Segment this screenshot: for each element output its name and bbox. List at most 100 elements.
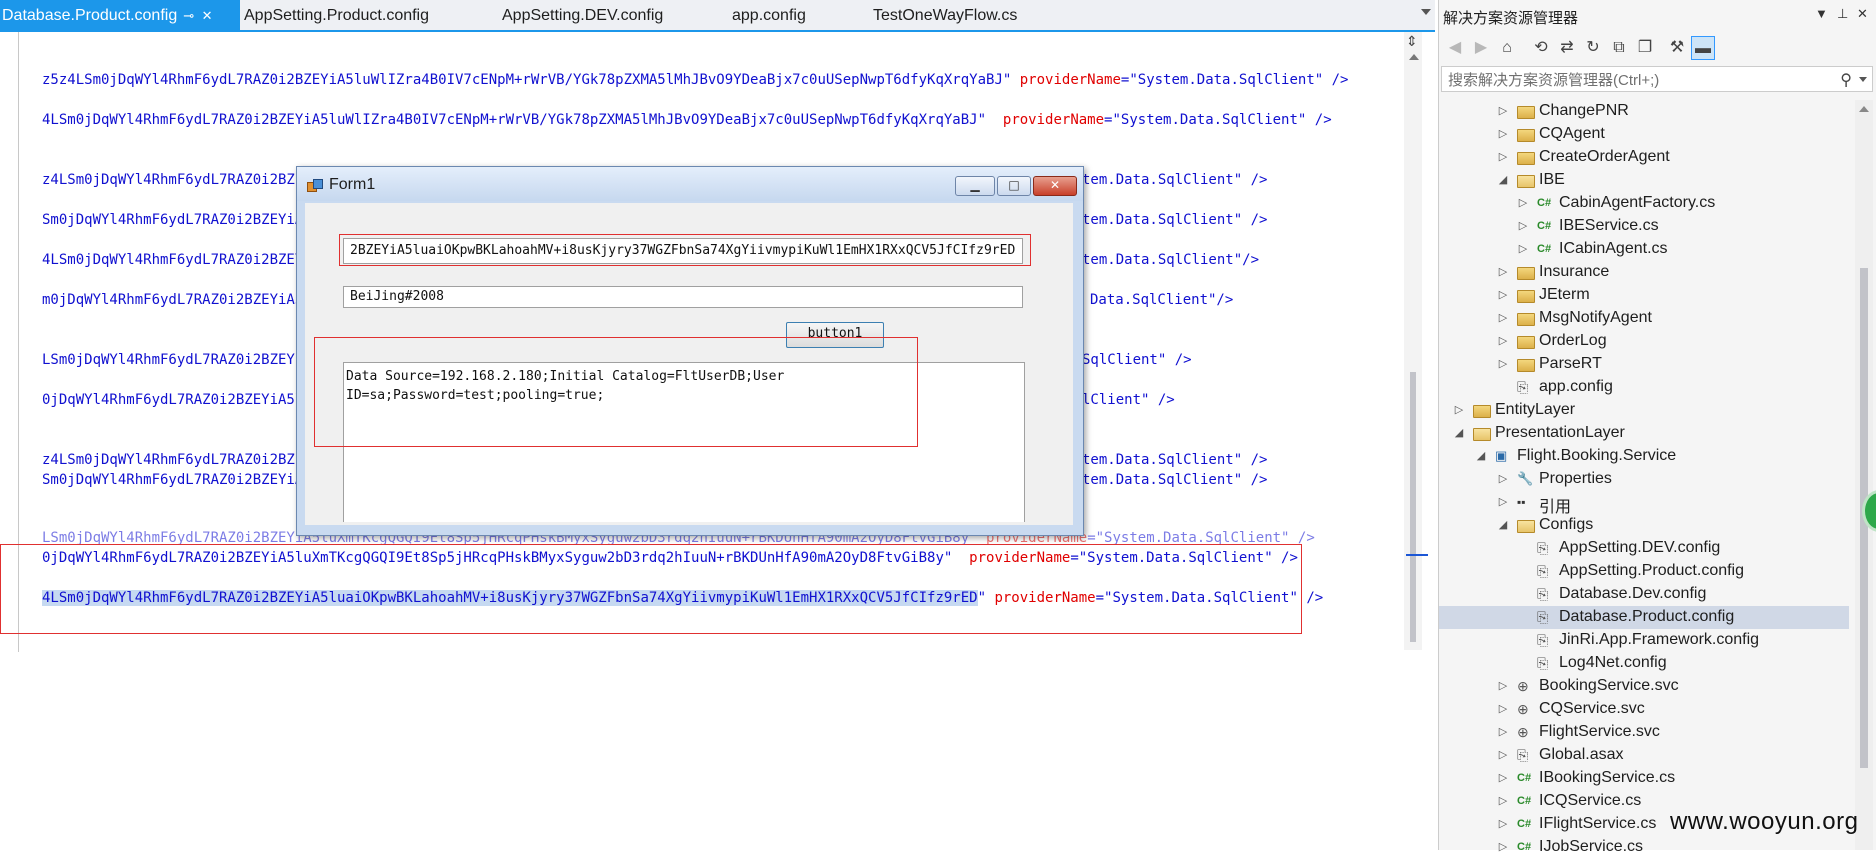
tree-item[interactable]: ▷ C# IBookingService.cs bbox=[1439, 767, 1849, 790]
decrypt-button[interactable]: button1 bbox=[786, 322, 884, 348]
expand-arrow-icon[interactable]: ▷ bbox=[1497, 771, 1509, 785]
tree-item[interactable]: ◢ PresentationLayer bbox=[1439, 422, 1849, 445]
code-line-tail[interactable]: tem.Data.SqlClient" /> bbox=[1082, 212, 1267, 228]
expand-arrow-icon[interactable]: ▷ bbox=[1497, 288, 1509, 302]
expand-arrow-icon[interactable]: ▷ bbox=[1497, 817, 1509, 831]
expand-arrow-icon[interactable]: ▷ bbox=[1497, 357, 1509, 371]
search-icon[interactable]: ⚲ bbox=[1840, 70, 1852, 90]
code-line[interactable]: z4LSm0jDqWYl4RhmF6ydL7RAZ0i2BZEY bbox=[42, 172, 312, 188]
tree-item[interactable]: ⎘ JinRi.App.Framework.config bbox=[1439, 629, 1849, 652]
tree-item[interactable]: ▷ C# CabinAgentFactory.cs bbox=[1439, 192, 1849, 215]
tree-item[interactable]: ◢ IBE bbox=[1439, 169, 1849, 192]
collapse-arrow-icon[interactable]: ◢ bbox=[1475, 449, 1487, 463]
tree-item[interactable]: ▷ C# IBEService.cs bbox=[1439, 215, 1849, 238]
form1-titlebar[interactable]: Form1 ▁ □ ✕ bbox=[297, 167, 1083, 201]
tree-item[interactable]: ⎘ AppSetting.DEV.config bbox=[1439, 537, 1849, 560]
expand-arrow-icon[interactable]: ▷ bbox=[1497, 679, 1509, 693]
code-line-selected[interactable]: 4LSm0jDqWYl4RhmF6ydL7RAZ0i2BZEYiA5luaiOK… bbox=[42, 590, 1323, 606]
tree-item[interactable]: ⎘ AppSetting.Product.config bbox=[1439, 560, 1849, 583]
tab-testonewayflow-cs[interactable]: TestOneWayFlow.cs bbox=[873, 0, 1017, 30]
collapse-arrow-icon[interactable]: ◢ bbox=[1497, 173, 1509, 187]
expand-arrow-icon[interactable]: ▷ bbox=[1517, 242, 1529, 256]
tab-appsetting-dev-config[interactable]: AppSetting.DEV.config bbox=[502, 0, 663, 30]
expand-arrow-icon[interactable]: ▷ bbox=[1517, 219, 1529, 233]
tree-item[interactable]: ▷ MsgNotifyAgent bbox=[1439, 307, 1849, 330]
maximize-button[interactable]: □ bbox=[997, 176, 1031, 196]
tree-item[interactable]: ▷ ⊕ BookingService.svc bbox=[1439, 675, 1849, 698]
expand-arrow-icon[interactable]: ▷ bbox=[1453, 403, 1465, 417]
splitter-icon[interactable]: ⇕ bbox=[1406, 34, 1418, 50]
editor-scroll-thumb[interactable] bbox=[1410, 372, 1416, 642]
scroll-up-arrow-icon[interactable] bbox=[1859, 106, 1869, 112]
collapse-arrow-icon[interactable]: ◢ bbox=[1453, 426, 1465, 440]
expand-arrow-icon[interactable]: ▷ bbox=[1497, 311, 1509, 325]
key-input[interactable]: BeiJing#2008 bbox=[343, 286, 1023, 308]
scroll-up-arrow-icon[interactable] bbox=[1409, 54, 1419, 60]
code-line[interactable]: z4LSm0jDqWYl4RhmF6ydL7RAZ0i2BZEY bbox=[42, 452, 312, 468]
tree-item[interactable]: ▷ CQAgent bbox=[1439, 123, 1849, 146]
expand-arrow-icon[interactable]: ▷ bbox=[1497, 150, 1509, 164]
expand-arrow-icon[interactable]: ▷ bbox=[1497, 748, 1509, 762]
tree-item[interactable]: ▷ ParseRT bbox=[1439, 353, 1849, 376]
expand-arrow-icon[interactable]: ▷ bbox=[1517, 196, 1529, 210]
expand-arrow-icon[interactable]: ▷ bbox=[1497, 472, 1509, 486]
tree-item[interactable]: ▷ ▪▪ 引用 bbox=[1439, 491, 1849, 516]
code-line[interactable]: m0jDqWYl4RhmF6ydL7RAZ0i2BZEYiA5l bbox=[42, 292, 312, 308]
code-line[interactable]: Sm0jDqWYl4RhmF6ydL7RAZ0i2BZEYiA5 bbox=[42, 472, 312, 488]
sync-icon[interactable]: ⇄ bbox=[1555, 36, 1579, 60]
home-icon[interactable]: ⌂ bbox=[1495, 36, 1519, 60]
code-line[interactable]: z5z4LSm0jDqWYl4RhmF6ydL7RAZ0i2BZEYiA5luW… bbox=[42, 72, 1348, 88]
tree-item[interactable]: ▷ CreateOrderAgent bbox=[1439, 146, 1849, 169]
tree-item[interactable]: ▷ C# ICabinAgent.cs bbox=[1439, 238, 1849, 261]
code-line[interactable]: Sm0jDqWYl4RhmF6ydL7RAZ0i2BZEYiA5 bbox=[42, 212, 312, 228]
expand-arrow-icon[interactable]: ▷ bbox=[1497, 840, 1509, 854]
result-textarea[interactable]: Data Source=192.168.2.180;Initial Catalo… bbox=[343, 362, 1025, 522]
tree-item[interactable]: ◢ Configs bbox=[1439, 514, 1849, 537]
expand-arrow-icon[interactable]: ▷ bbox=[1497, 127, 1509, 141]
show-all-files-icon[interactable]: ❐ bbox=[1633, 36, 1657, 60]
tree-item[interactable]: ◢ ▣ Flight.Booking.Service bbox=[1439, 445, 1849, 468]
back-icon[interactable]: ◀ bbox=[1443, 36, 1467, 60]
expand-arrow-icon[interactable]: ▷ bbox=[1497, 794, 1509, 808]
tree-item[interactable]: ▷ OrderLog bbox=[1439, 330, 1849, 353]
expand-arrow-icon[interactable]: ▷ bbox=[1497, 725, 1509, 739]
explorer-search-box[interactable]: ⚲ bbox=[1441, 66, 1873, 93]
collapse-all-icon[interactable]: ⧉ bbox=[1607, 36, 1631, 60]
pin-icon[interactable]: ⊸ bbox=[182, 0, 196, 32]
code-line-tail[interactable]: lClient" /> bbox=[1082, 392, 1175, 408]
tab-database-product-config[interactable]: Database.Product.config ⊸ ✕ bbox=[0, 0, 240, 30]
tree-item[interactable]: ⎘ Database.Product.config bbox=[1439, 606, 1849, 629]
tab-appsetting-product-config[interactable]: AppSetting.Product.config bbox=[244, 0, 429, 30]
properties-wrench-icon[interactable]: ⚒ bbox=[1665, 36, 1689, 60]
expand-arrow-icon[interactable]: ▷ bbox=[1497, 702, 1509, 716]
tree-item[interactable]: ▷ Insurance bbox=[1439, 261, 1849, 284]
tree-item[interactable]: ▷ C# IJobService.cs bbox=[1439, 836, 1849, 859]
tree-item[interactable]: ▷ 🔧 Properties bbox=[1439, 468, 1849, 491]
code-line-tail[interactable]: SqlClient" /> bbox=[1082, 352, 1192, 368]
tree-item[interactable]: ⎘ Log4Net.config bbox=[1439, 652, 1849, 675]
tree-item[interactable]: ▷ JEterm bbox=[1439, 284, 1849, 307]
code-line[interactable]: 0jDqWYl4RhmF6ydL7RAZ0i2BZEYiA5lu bbox=[42, 392, 312, 408]
code-line-tail[interactable]: tem.Data.SqlClient" /> bbox=[1082, 452, 1267, 468]
refresh-icon[interactable]: ↻ bbox=[1581, 36, 1605, 60]
forward-icon[interactable]: ▶ bbox=[1469, 36, 1493, 60]
expand-arrow-icon[interactable]: ▷ bbox=[1497, 334, 1509, 348]
code-line-tail[interactable]: tem.Data.SqlClient" /> bbox=[1082, 472, 1267, 488]
encrypted-string-input[interactable]: 2BZEYiA5luaiOKpwBKLahoahMV+i8usKjyry37WG… bbox=[343, 238, 1023, 264]
tree-item[interactable]: ▷ ⊕ CQService.svc bbox=[1439, 698, 1849, 721]
code-line-tail[interactable]: tem.Data.SqlClient"/> bbox=[1082, 252, 1259, 268]
close-button[interactable]: ✕ bbox=[1033, 176, 1077, 196]
preview-toggle-icon[interactable]: ▬ bbox=[1691, 36, 1715, 60]
tree-item[interactable]: ▷ EntityLayer bbox=[1439, 399, 1849, 422]
code-line-tail[interactable]: tem.Data.SqlClient" /> bbox=[1082, 172, 1267, 188]
dropdown-icon[interactable]: ▼ bbox=[1815, 6, 1828, 21]
history-icon[interactable]: ⟲ bbox=[1529, 36, 1553, 60]
expand-arrow-icon[interactable]: ▷ bbox=[1497, 265, 1509, 279]
tab-list-dropdown-icon[interactable] bbox=[1421, 9, 1431, 15]
tree-item[interactable]: ▷ ⎘ Global.asax bbox=[1439, 744, 1849, 767]
expand-arrow-icon[interactable]: ▷ bbox=[1497, 495, 1509, 509]
search-options-icon[interactable] bbox=[1859, 77, 1867, 82]
tree-item[interactable]: ⎘ app.config bbox=[1439, 376, 1849, 399]
code-line-tail[interactable]: Data.SqlClient"/> bbox=[1090, 292, 1233, 308]
tree-item[interactable]: ▷ ChangePNR bbox=[1439, 100, 1849, 123]
